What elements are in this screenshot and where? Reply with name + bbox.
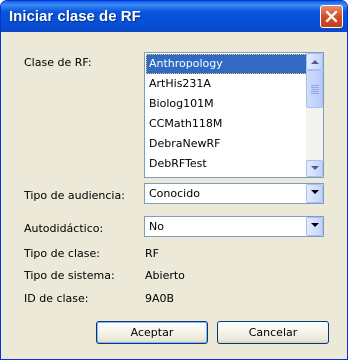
class-list-item[interactable]: CCMath118M (146, 114, 307, 134)
cancel-button[interactable]: Cancelar (217, 321, 329, 344)
class-list-item[interactable]: DebraNewRF (146, 134, 307, 154)
class-listbox[interactable]: Anthropology ArtHis231A Biolog101M CCMath11… (144, 52, 324, 178)
dialog-window: Iniciar clase de RF Clase de RF: Anthrop… (0, 0, 348, 360)
class-type-value: RF (145, 247, 159, 260)
audience-value: Conocido (149, 187, 200, 200)
close-icon (325, 10, 338, 23)
title-bar[interactable]: Iniciar clase de RF (1, 1, 347, 32)
class-list-item[interactable]: Biolog101M (146, 94, 307, 114)
class-id-value: 9A0B (145, 292, 175, 305)
chevron-down-icon (311, 190, 319, 194)
audience-dropdown-button[interactable] (306, 184, 323, 203)
audience-label: Tipo de audiencia: (24, 189, 125, 202)
selfpaced-dropdown[interactable]: No (144, 216, 324, 237)
grip-line (311, 91, 319, 92)
grip-line (311, 87, 319, 88)
window-title: Iniciar clase de RF (9, 8, 141, 25)
class-label: Clase de RF: (24, 56, 92, 69)
close-button[interactable] (320, 5, 343, 28)
class-list-item[interactable]: Anthropology (146, 54, 307, 74)
selfpaced-dropdown-button[interactable] (306, 217, 323, 236)
class-type-label: Tipo de clase: (24, 247, 100, 260)
scroll-up-button[interactable] (306, 53, 323, 70)
vertical-scrollbar[interactable] (306, 53, 323, 177)
selfpaced-value: No (149, 220, 164, 233)
class-list-item[interactable]: ArtHis231A (146, 74, 307, 94)
selfpaced-label: Autodidáctico: (24, 222, 104, 235)
dialog-content: Clase de RF: Anthropology ArtHis231A Biolo… (4, 32, 344, 358)
class-list: Anthropology ArtHis231A Biolog101M CCMath11… (146, 54, 307, 174)
chevron-down-icon (311, 223, 319, 227)
scroll-down-button[interactable] (306, 160, 323, 177)
chevron-down-icon (311, 166, 319, 170)
audience-dropdown[interactable]: Conocido (144, 183, 324, 204)
accept-button[interactable]: Aceptar (96, 321, 208, 344)
system-type-label: Tipo de sistema: (24, 269, 115, 282)
grip-line (311, 89, 319, 90)
class-id-label: ID de clase: (24, 292, 89, 305)
grip-line (311, 85, 319, 86)
grip-line (311, 93, 319, 94)
chevron-up-icon (311, 60, 319, 64)
system-type-value: Abierto (145, 269, 185, 282)
class-list-item[interactable]: DebRFTest (146, 154, 307, 174)
scroll-thumb[interactable] (306, 70, 323, 108)
